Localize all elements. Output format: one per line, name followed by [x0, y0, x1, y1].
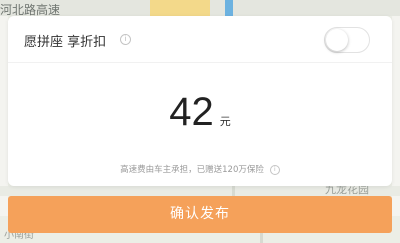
notice-text: 高速费由车主承担，已赠送120万保险	[120, 165, 264, 175]
price-unit: 元	[219, 115, 231, 128]
price-amount: 42	[169, 90, 214, 134]
trip-price-card: 愿拼座 享折扣 i 42 元 高速费由车主承担，已赠送120万保险 i	[8, 16, 392, 186]
carpool-option-row: 愿拼座 享折扣 i	[8, 16, 392, 63]
toggle-knob	[326, 29, 348, 51]
info-circle-icon[interactable]: i	[120, 34, 131, 45]
carpool-label: 愿拼座 享折扣	[24, 35, 107, 50]
price-display: 42 元	[8, 90, 392, 135]
carpool-toggle[interactable]	[324, 27, 370, 53]
publish-trip-screen: 河北路高速 九龙花园 小南街 愿拼座 享折扣 i 42 元 高速费由车主承担，已赠…	[0, 0, 400, 243]
info-circle-icon[interactable]: i	[269, 164, 280, 175]
toll-insurance-notice: 高速费由车主承担，已赠送120万保险 i	[8, 163, 392, 175]
confirm-publish-button[interactable]: 确认发布	[8, 196, 392, 233]
